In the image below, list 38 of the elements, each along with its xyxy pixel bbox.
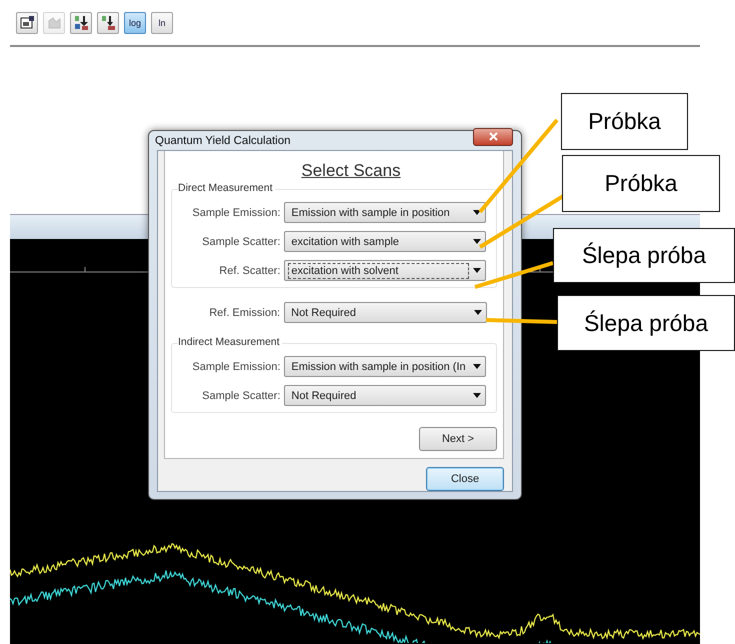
dropdown[interactable]: excitation with sample <box>284 231 486 252</box>
dropdown[interactable]: Not Required <box>284 385 486 406</box>
caret-icon <box>474 310 482 315</box>
chart-window-icon <box>20 15 34 30</box>
close-icon <box>488 132 498 141</box>
section-heading: Select Scans <box>301 161 401 181</box>
group-label: Indirect Measurement <box>178 336 282 348</box>
toolbar-button[interactable]: log <box>124 12 146 34</box>
callout-label: Próbka <box>561 93 688 150</box>
callout-label: Ślepa próba <box>557 295 735 351</box>
callout-label: Ślepa próba <box>553 228 735 283</box>
field-label: Sample Scatter: <box>201 236 280 248</box>
field-label: Sample Emission: <box>191 360 280 372</box>
field-label: Ref. Scatter: <box>218 264 280 276</box>
toolbar-button[interactable]: ln <box>151 12 173 34</box>
transfer-icon <box>74 15 88 30</box>
dropdown[interactable]: Emission with sample in position (In <box>284 356 486 377</box>
caret-icon <box>473 393 481 398</box>
close-button[interactable] <box>473 128 513 146</box>
field-label: Sample Scatter: <box>201 390 280 402</box>
dropdown[interactable]: excitation with solvent <box>284 260 486 281</box>
caret-icon <box>473 268 481 273</box>
peaks-icon <box>46 15 62 30</box>
dropdown[interactable]: Emission with sample in position <box>284 202 486 223</box>
window-title: Quantum Yield Calculation <box>155 134 291 146</box>
toolbar-button[interactable] <box>97 12 119 34</box>
callout-label: Próbka <box>562 155 720 212</box>
toolbar-button[interactable] <box>70 12 92 34</box>
download-icon <box>100 15 116 30</box>
group-label: Direct Measurement <box>178 182 275 194</box>
dropdown[interactable]: Not Required <box>284 302 487 323</box>
leader-line <box>486 318 558 324</box>
dialog-button[interactable]: Close <box>426 467 504 491</box>
caret-icon <box>473 364 481 369</box>
toolbar-button[interactable] <box>16 12 38 34</box>
dialog-button[interactable]: Next > <box>419 427 497 451</box>
field-label: Ref. Emission: <box>208 306 280 318</box>
field-label: Sample Emission: <box>191 206 280 218</box>
